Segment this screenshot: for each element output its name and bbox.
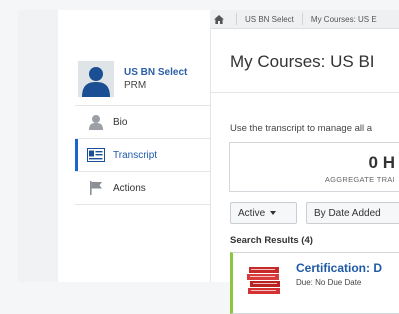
status-filter-label: Active — [238, 207, 266, 219]
breadcrumb-separator — [236, 13, 237, 25]
chevron-down-icon — [270, 211, 277, 215]
sidebar-item-label: Transcript — [113, 149, 158, 161]
sidebar-item-bio[interactable]: Bio — [75, 105, 210, 138]
profile-name[interactable]: US BN Select — [124, 67, 187, 78]
person-icon — [87, 113, 105, 131]
breadcrumb: US BN Select My Courses: US E — [210, 10, 399, 29]
breadcrumb-item-courses: My Courses: US E — [310, 14, 377, 24]
stat-label: AGGREGATE TRAI — [324, 175, 395, 184]
avatar[interactable] — [78, 60, 114, 97]
sidebar-item-actions[interactable]: Actions — [75, 171, 210, 205]
flag-icon — [87, 179, 105, 197]
sort-label: By Date Added — [314, 207, 381, 219]
page-title: My Courses: US BI — [230, 52, 375, 71]
main-panel: My Courses: US BI Use the transcript to … — [210, 30, 399, 314]
profile: US BN Select PRM — [75, 52, 210, 105]
sidebar-item-label: Actions — [113, 182, 146, 194]
sidebar-item-transcript[interactable]: Transcript — [75, 138, 210, 171]
page-description: Use the transcript to manage all a — [230, 123, 373, 134]
home-icon[interactable] — [210, 14, 228, 24]
divider — [211, 92, 399, 93]
sidebar: US BN Select PRM Bio Transcript Actions — [75, 52, 210, 205]
sidebar-item-label: Bio — [113, 116, 128, 128]
aggregate-training-stat: 0 H AGGREGATE TRAI — [229, 142, 399, 192]
course-title-link[interactable]: Certification: D — [296, 261, 382, 275]
sort-dropdown[interactable]: By Date Added — [306, 202, 399, 224]
book-icon — [245, 263, 285, 295]
left-gutter — [18, 10, 58, 282]
profile-role: PRM — [124, 79, 147, 91]
search-results-count: Search Results (4) — [230, 235, 313, 246]
transcript-icon — [87, 146, 105, 164]
course-due-date: Due: No Due Date — [296, 278, 362, 287]
breadcrumb-item-user[interactable]: US BN Select — [245, 15, 294, 24]
stat-value: 0 H — [368, 153, 395, 172]
breadcrumb-separator — [301, 13, 303, 25]
course-card[interactable]: Certification: D Due: No Due Date — [230, 252, 399, 314]
status-filter-dropdown[interactable]: Active — [230, 202, 297, 224]
